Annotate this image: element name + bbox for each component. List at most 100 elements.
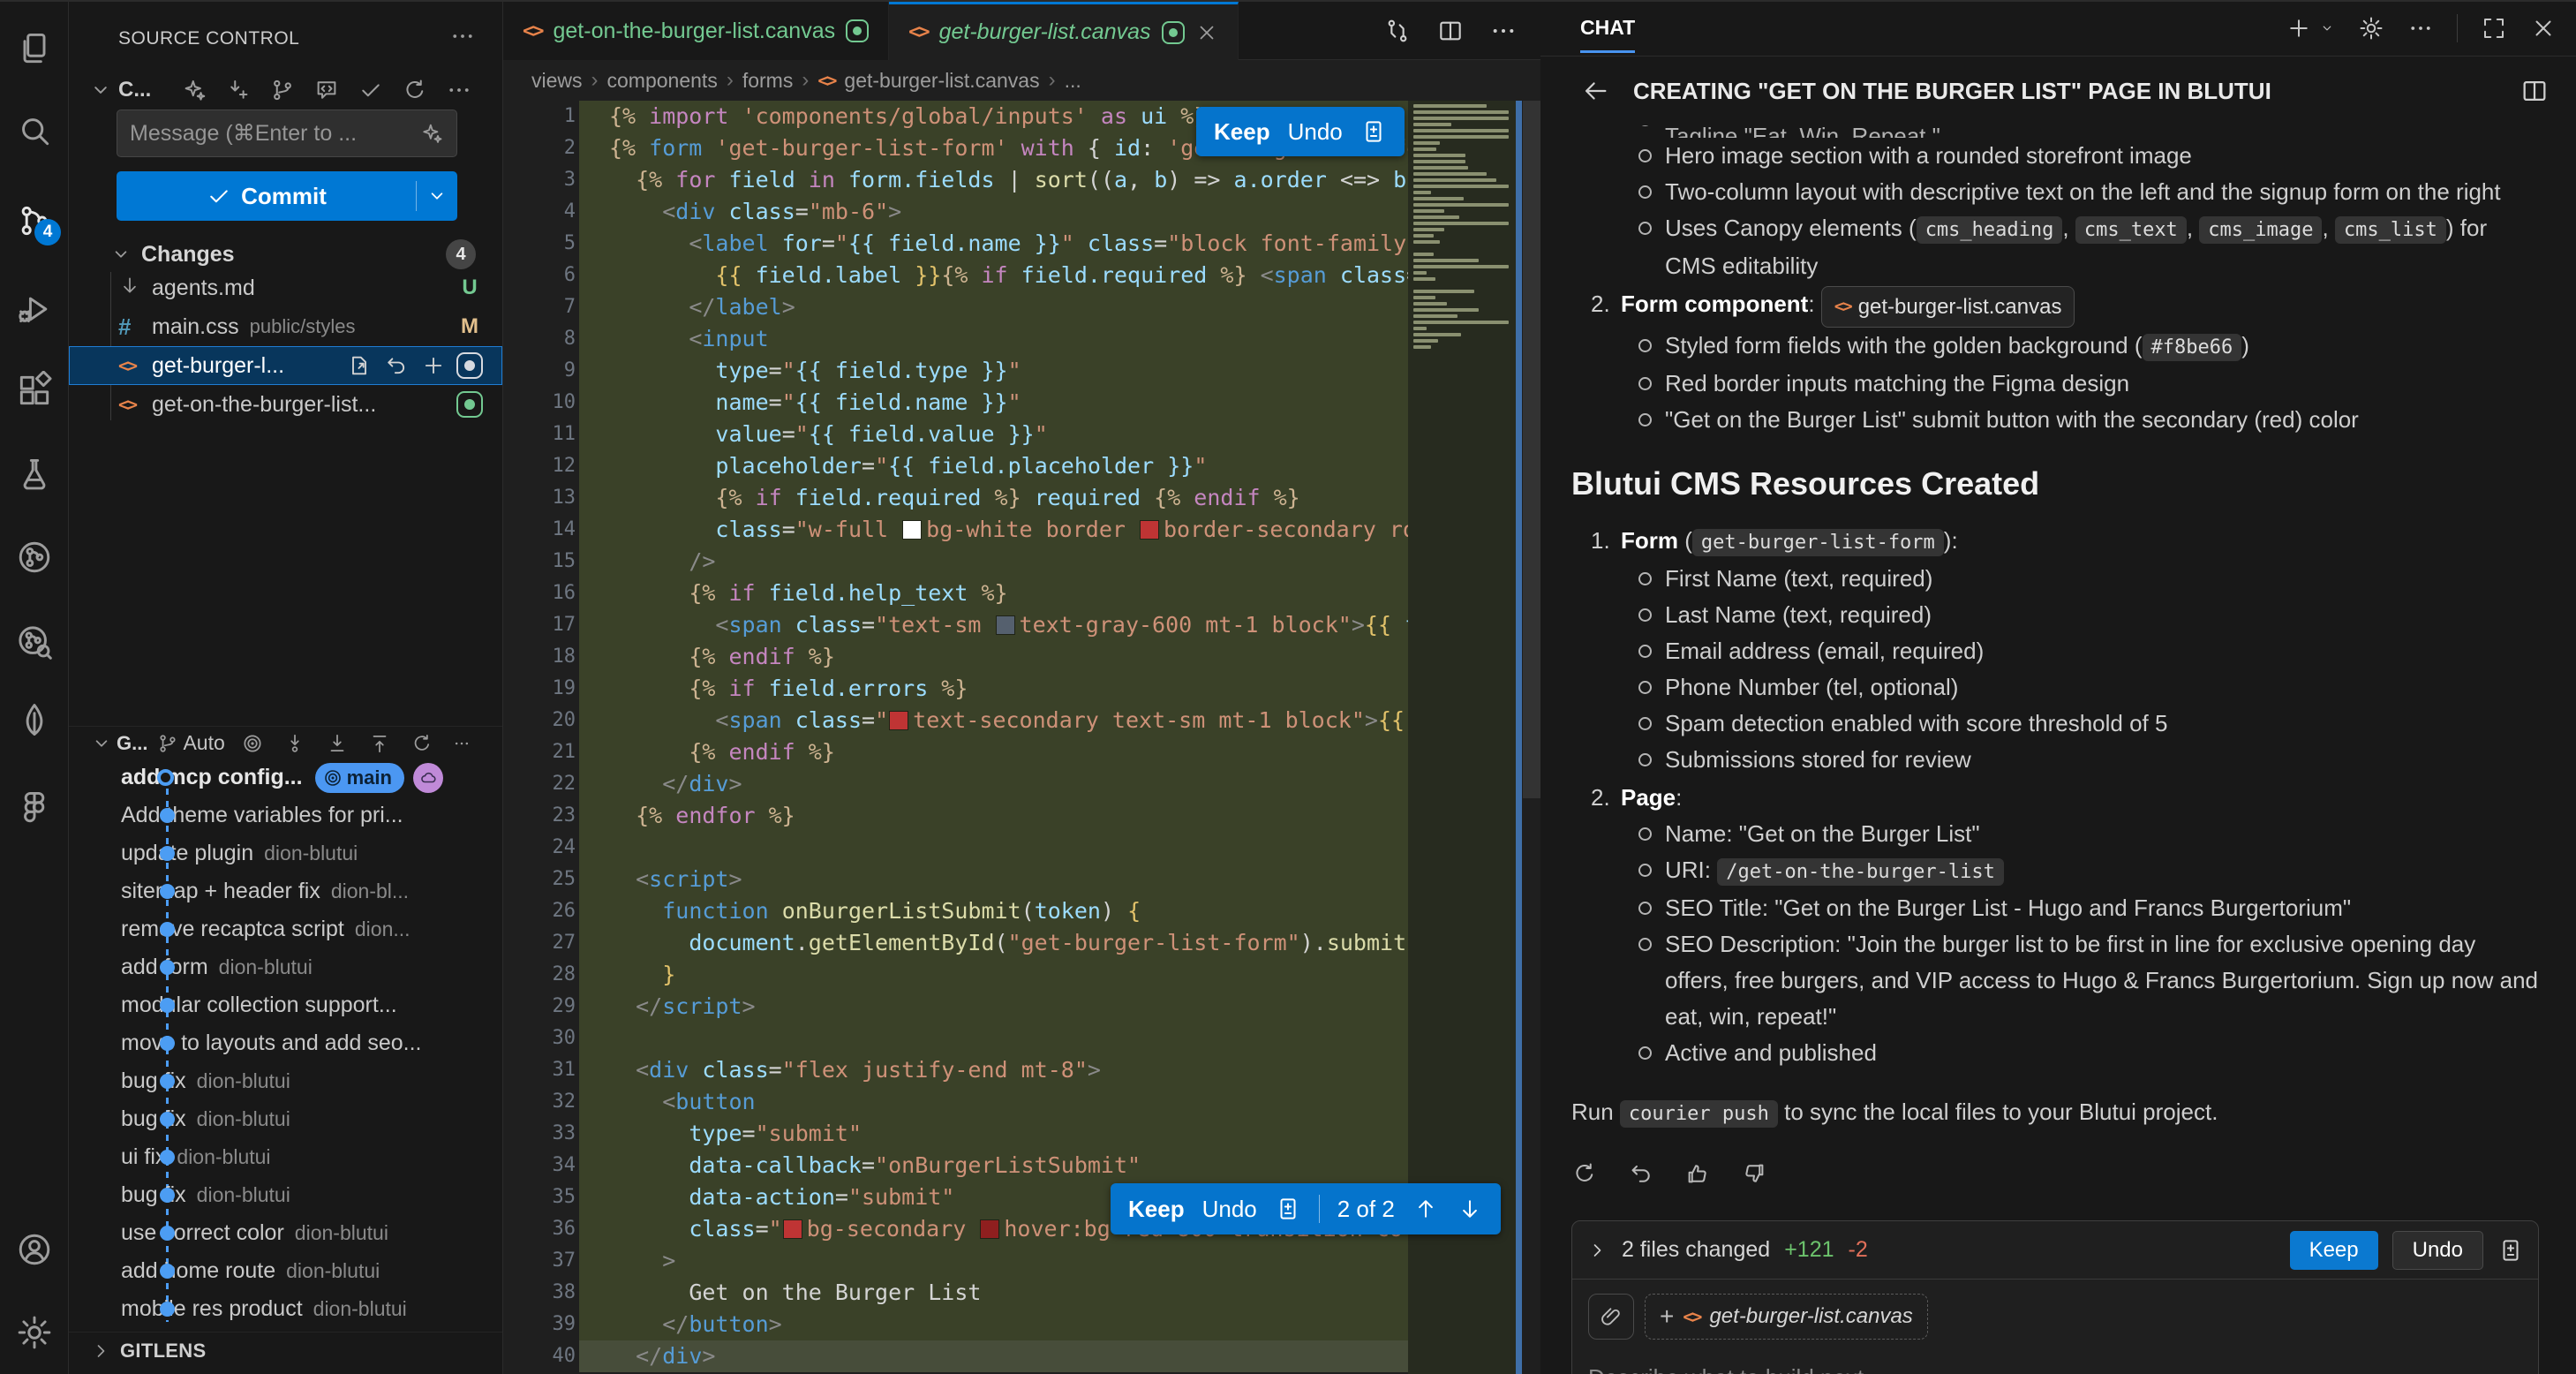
- breadcrumb-item[interactable]: components: [607, 69, 718, 93]
- search-icon[interactable]: [15, 112, 54, 151]
- commit-row[interactable]: ui fixdion-blutui: [69, 1138, 502, 1176]
- composer-placeholder[interactable]: Describe what to build next: [1588, 1364, 2522, 1374]
- commit-dropdown[interactable]: [417, 185, 457, 208]
- commit-row[interactable]: mobile res productdion-blutui: [69, 1290, 502, 1328]
- chat-more-icon[interactable]: [2407, 15, 2434, 42]
- scm-change-row[interactable]: <>get-burger-l...: [69, 346, 502, 385]
- expand-icon[interactable]: [2481, 15, 2507, 42]
- refresh-graph-icon[interactable]: [411, 732, 433, 755]
- keep-button[interactable]: Keep: [1214, 118, 1270, 146]
- split-editor-icon[interactable]: [1436, 17, 1465, 45]
- undo-button[interactable]: Undo: [1288, 118, 1343, 146]
- chevron-down-icon[interactable]: [88, 78, 113, 102]
- more-actions-icon[interactable]: [446, 77, 472, 103]
- attached-file-chip[interactable]: + <> get-burger-list.canvas: [1645, 1294, 1928, 1340]
- refresh-icon[interactable]: [402, 77, 428, 103]
- commit-message-input[interactable]: Message (⌘Enter to ...: [117, 109, 457, 157]
- source-control-icon[interactable]: 4: [15, 201, 54, 240]
- keep-button[interactable]: Keep: [2290, 1231, 2378, 1270]
- sparkle-icon[interactable]: [419, 121, 444, 146]
- run-debug-icon[interactable]: [15, 290, 54, 328]
- editor-tab[interactable]: <>get-burger-list.canvas: [889, 2, 1238, 60]
- new-chat-dropdown-icon[interactable]: [2319, 20, 2335, 36]
- commit-row[interactable]: bug fixdion-blutui: [69, 1100, 502, 1138]
- keep-button[interactable]: Keep: [1128, 1196, 1185, 1223]
- file-chip[interactable]: <>get-burger-list.canvas: [1821, 286, 2075, 328]
- files-changed-bar[interactable]: 2 files changed +121 -2 Keep Undo: [1572, 1221, 2538, 1280]
- branch-badge[interactable]: main: [315, 763, 404, 793]
- commit-row[interactable]: use correct colordion-blutui: [69, 1214, 502, 1252]
- figma-icon[interactable]: [15, 788, 54, 827]
- thumbs-down-icon[interactable]: [1741, 1160, 1767, 1187]
- undo-button[interactable]: Undo: [2392, 1231, 2483, 1270]
- editor-more-icon[interactable]: [1489, 17, 1518, 45]
- commit-row[interactable]: sitemap + header fixdion-bl...: [69, 872, 502, 910]
- extensions-icon[interactable]: [15, 371, 54, 410]
- breadcrumb-item[interactable]: ...: [1065, 69, 1081, 93]
- next-diff-icon[interactable]: [1457, 1196, 1483, 1222]
- file-diff-icon[interactable]: [2497, 1237, 2524, 1264]
- breadcrumb[interactable]: views›components›forms›<>get-burger-list…: [503, 60, 1540, 101]
- new-chat-icon[interactable]: [2286, 15, 2312, 42]
- commit-row[interactable]: update plugindion-blutui: [69, 834, 502, 872]
- open-in-editor-icon[interactable]: [2520, 76, 2550, 106]
- pull-create-icon[interactable]: [225, 77, 252, 103]
- commit-row[interactable]: add home routedion-blutui: [69, 1252, 502, 1290]
- file-diff-icon[interactable]: [1360, 118, 1387, 145]
- editor-tab[interactable]: <>get-on-the-burger-list.canvas: [503, 2, 889, 60]
- chevron-right-icon[interactable]: [1586, 1240, 1608, 1261]
- repo-row[interactable]: C...: [88, 72, 485, 108]
- graph-branch-picker[interactable]: Auto: [156, 731, 224, 755]
- comment-code-icon[interactable]: [313, 77, 340, 103]
- discard-changes-icon[interactable]: [384, 353, 409, 378]
- rollback-icon[interactable]: [1628, 1160, 1654, 1187]
- breadcrumb-item[interactable]: views: [531, 69, 583, 93]
- scm-change-row[interactable]: agents.mdU: [69, 268, 502, 307]
- commit-row[interactable]: remove recaptca scriptdion...: [69, 910, 502, 948]
- stage-changes-icon[interactable]: [421, 353, 446, 378]
- commit-row[interactable]: add formdion-blutui: [69, 948, 502, 986]
- chat-settings-icon[interactable]: [2358, 15, 2384, 42]
- pull-icon[interactable]: [326, 732, 349, 755]
- open-changes-icon[interactable]: [1383, 17, 1412, 45]
- chat-tab[interactable]: CHAT: [1580, 16, 1635, 53]
- sidebar-more-icon[interactable]: [449, 23, 476, 49]
- gitlens-section-header[interactable]: GITLENS: [69, 1332, 502, 1369]
- back-icon[interactable]: [1580, 76, 1610, 106]
- mongodb-icon[interactable]: [15, 700, 54, 739]
- commit-button[interactable]: Commit: [117, 171, 457, 221]
- commit-check-icon[interactable]: [358, 77, 384, 103]
- editor-scrollbar[interactable]: [1523, 101, 1540, 798]
- close-icon[interactable]: [2530, 15, 2557, 42]
- open-file-icon[interactable]: [347, 353, 372, 378]
- commit-row[interactable]: Add theme variables for pri...: [69, 796, 502, 834]
- previous-diff-icon[interactable]: [1412, 1196, 1439, 1222]
- graph-section-header[interactable]: G... Auto: [69, 726, 502, 759]
- generate-commit-message-icon[interactable]: [181, 77, 207, 103]
- gitlens-inspect-icon[interactable]: [15, 623, 54, 661]
- commit-row[interactable]: move to layouts and add seo...: [69, 1024, 502, 1062]
- push-icon[interactable]: [368, 732, 391, 755]
- scm-change-row[interactable]: <>get-on-the-burger-list...: [69, 385, 502, 424]
- thumbs-up-icon[interactable]: [1684, 1160, 1711, 1187]
- tab-close-icon[interactable]: [1195, 21, 1218, 44]
- commit-row[interactable]: bug fixdion-blutui: [69, 1176, 502, 1214]
- graph-more-icon[interactable]: [453, 735, 471, 752]
- commit-row[interactable]: add mcp config...main: [69, 759, 502, 796]
- commit-row[interactable]: bug fixdion-blutui: [69, 1062, 502, 1100]
- changes-section-header[interactable]: Changes 4: [69, 237, 502, 272]
- gitlens-icon[interactable]: [15, 538, 54, 577]
- attach-button[interactable]: [1588, 1294, 1634, 1340]
- graph-view-icon[interactable]: [269, 77, 296, 103]
- retry-icon[interactable]: [1571, 1160, 1598, 1187]
- target-commit-icon[interactable]: [241, 732, 264, 755]
- chat-composer[interactable]: + <> get-burger-list.canvas Describe wha…: [1572, 1280, 2538, 1374]
- breadcrumb-item[interactable]: forms: [742, 69, 794, 93]
- undo-button[interactable]: Undo: [1202, 1196, 1257, 1223]
- accounts-icon[interactable]: [15, 1230, 54, 1269]
- settings-gear-icon[interactable]: [15, 1313, 54, 1352]
- files-icon[interactable]: [15, 29, 54, 68]
- fetch-icon[interactable]: [283, 732, 306, 755]
- breadcrumb-item[interactable]: get-burger-list.canvas: [844, 69, 1039, 93]
- commit-row[interactable]: modular collection support...: [69, 986, 502, 1024]
